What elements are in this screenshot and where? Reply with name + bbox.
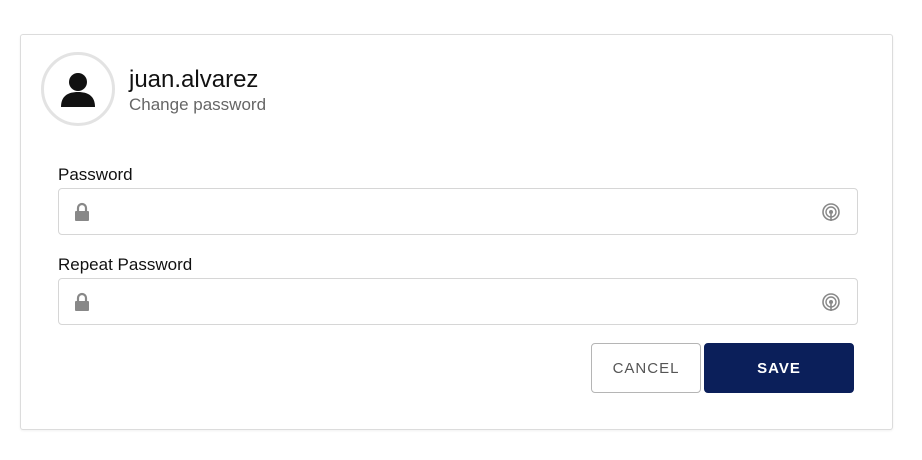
repeat-password-input[interactable]	[103, 279, 807, 326]
change-password-card: juan.alvarez Change password Password Re…	[20, 34, 893, 430]
user-info: juan.alvarez Change password	[129, 66, 266, 116]
fingerprint-reveal-icon[interactable]	[821, 201, 841, 228]
page-subtitle: Change password	[129, 95, 267, 114]
repeat-password-field[interactable]	[58, 278, 858, 326]
password-input[interactable]	[103, 189, 807, 236]
save-button[interactable]: SAVE	[704, 343, 854, 393]
cancel-button[interactable]: CANCEL	[591, 343, 701, 393]
password-label: Password	[58, 165, 133, 184]
fingerprint-reveal-icon[interactable]	[821, 291, 841, 318]
person-icon	[61, 73, 95, 107]
avatar	[41, 52, 115, 126]
lock-icon	[73, 202, 91, 227]
repeat-password-label: Repeat Password	[58, 255, 193, 274]
username: juan.alvarez	[129, 66, 259, 93]
password-field[interactable]	[58, 188, 858, 236]
lock-icon	[73, 292, 91, 317]
